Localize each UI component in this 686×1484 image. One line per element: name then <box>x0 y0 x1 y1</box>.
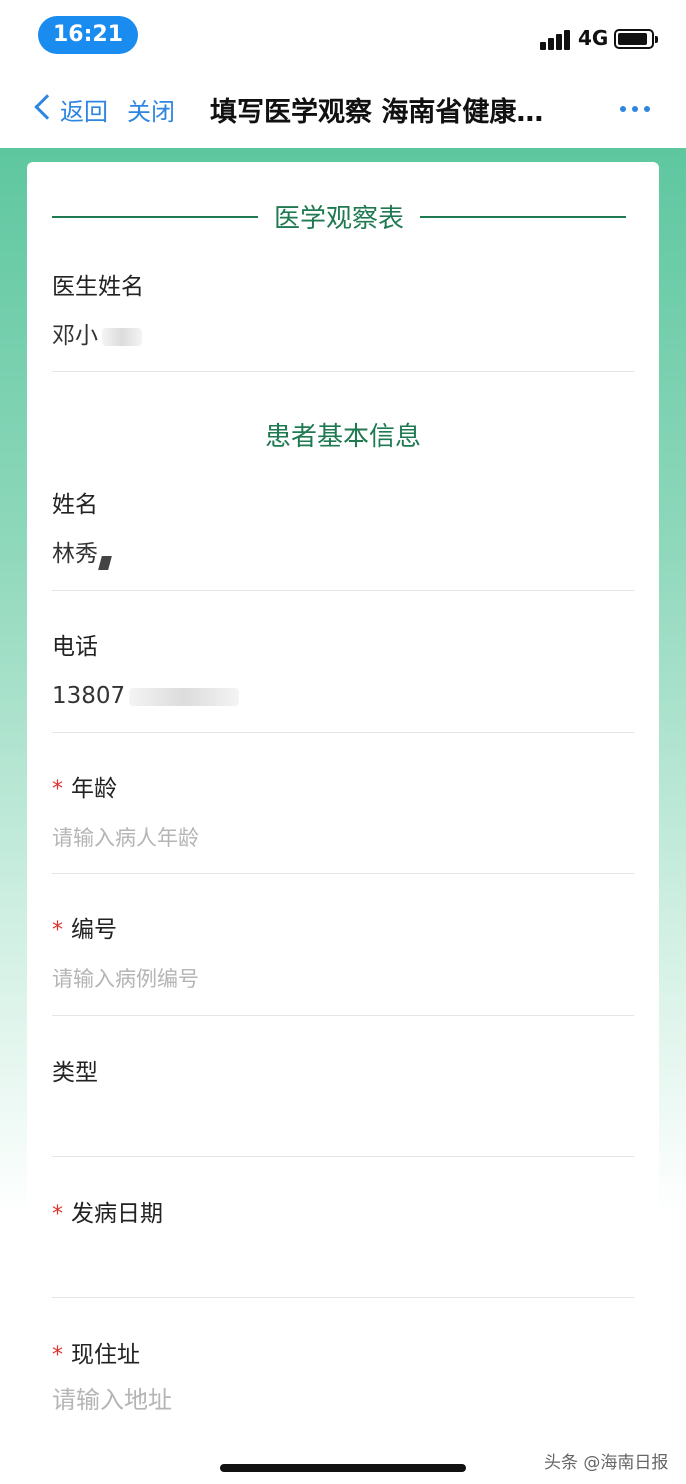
home-indicator[interactable] <box>220 1464 466 1472</box>
divider <box>52 732 634 733</box>
type-value[interactable] <box>52 1106 634 1138</box>
redaction-blur <box>98 556 112 570</box>
onset-date-value[interactable] <box>52 1247 634 1279</box>
required-mark: * <box>52 1202 63 1227</box>
status-bar: 16:21 4G <box>0 0 686 70</box>
address-label: 现住址 <box>71 1342 140 1368</box>
case-number-field: * 编号 <box>52 913 634 995</box>
watermark: 头条 @海南日报 <box>544 1453 669 1473</box>
form-card: 医学观察表 医生姓名 邓小 患者基本信息 姓名 林秀 电话 13807 * 年龄 … <box>27 162 659 1484</box>
onset-date-label: 发病日期 <box>71 1201 163 1227</box>
status-time: 16:21 <box>38 16 138 54</box>
patient-name-field: 姓名 林秀 <box>52 488 634 570</box>
more-icon[interactable] <box>620 106 652 114</box>
redaction-blur <box>102 327 142 346</box>
network-type: 4G <box>578 26 609 50</box>
divider <box>52 1156 634 1157</box>
battery-icon <box>614 29 658 49</box>
phone-field: 电话 13807 <box>52 630 634 712</box>
doctor-name-value: 邓小 <box>52 323 98 349</box>
type-label: 类型 <box>52 1060 98 1086</box>
case-number-input[interactable] <box>52 967 634 991</box>
section-title: 医学观察表 <box>259 204 418 234</box>
age-field: * 年龄 <box>52 772 634 854</box>
divider <box>52 1015 634 1016</box>
signal-icon <box>540 30 574 50</box>
doctor-name-label: 医生姓名 <box>52 274 144 300</box>
divider <box>52 590 634 591</box>
close-button[interactable]: 关闭 <box>127 92 175 127</box>
back-button[interactable]: 返回 <box>60 92 108 127</box>
address-input[interactable] <box>52 1386 634 1414</box>
required-mark: * <box>52 777 63 802</box>
section-header: 医学观察表 <box>52 196 626 236</box>
nav-bar: 返回 关闭 填写医学观察 海南省健康… <box>0 70 686 148</box>
onset-date-field[interactable]: * 发病日期 <box>52 1197 634 1279</box>
age-label: 年龄 <box>71 776 117 802</box>
required-mark: * <box>52 1343 63 1368</box>
address-field: * 现住址 <box>52 1338 634 1416</box>
doctor-name-field: 医生姓名 邓小 <box>52 270 634 352</box>
patient-section-title: 患者基本信息 <box>264 422 421 452</box>
patient-name-value: 林秀 <box>52 541 98 567</box>
redaction-blur <box>129 687 240 706</box>
divider <box>52 873 634 874</box>
chevron-left-icon[interactable] <box>34 94 60 120</box>
phone-value: 13807 <box>52 683 126 709</box>
type-field[interactable]: 类型 <box>52 1056 634 1138</box>
page-title: 填写医学观察 海南省健康… <box>210 97 544 128</box>
phone-label: 电话 <box>52 634 98 660</box>
patient-name-label: 姓名 <box>52 492 98 518</box>
divider <box>52 1297 634 1298</box>
case-number-label: 编号 <box>71 917 117 943</box>
divider <box>52 371 634 372</box>
age-input[interactable] <box>52 826 634 850</box>
required-mark: * <box>52 918 63 943</box>
